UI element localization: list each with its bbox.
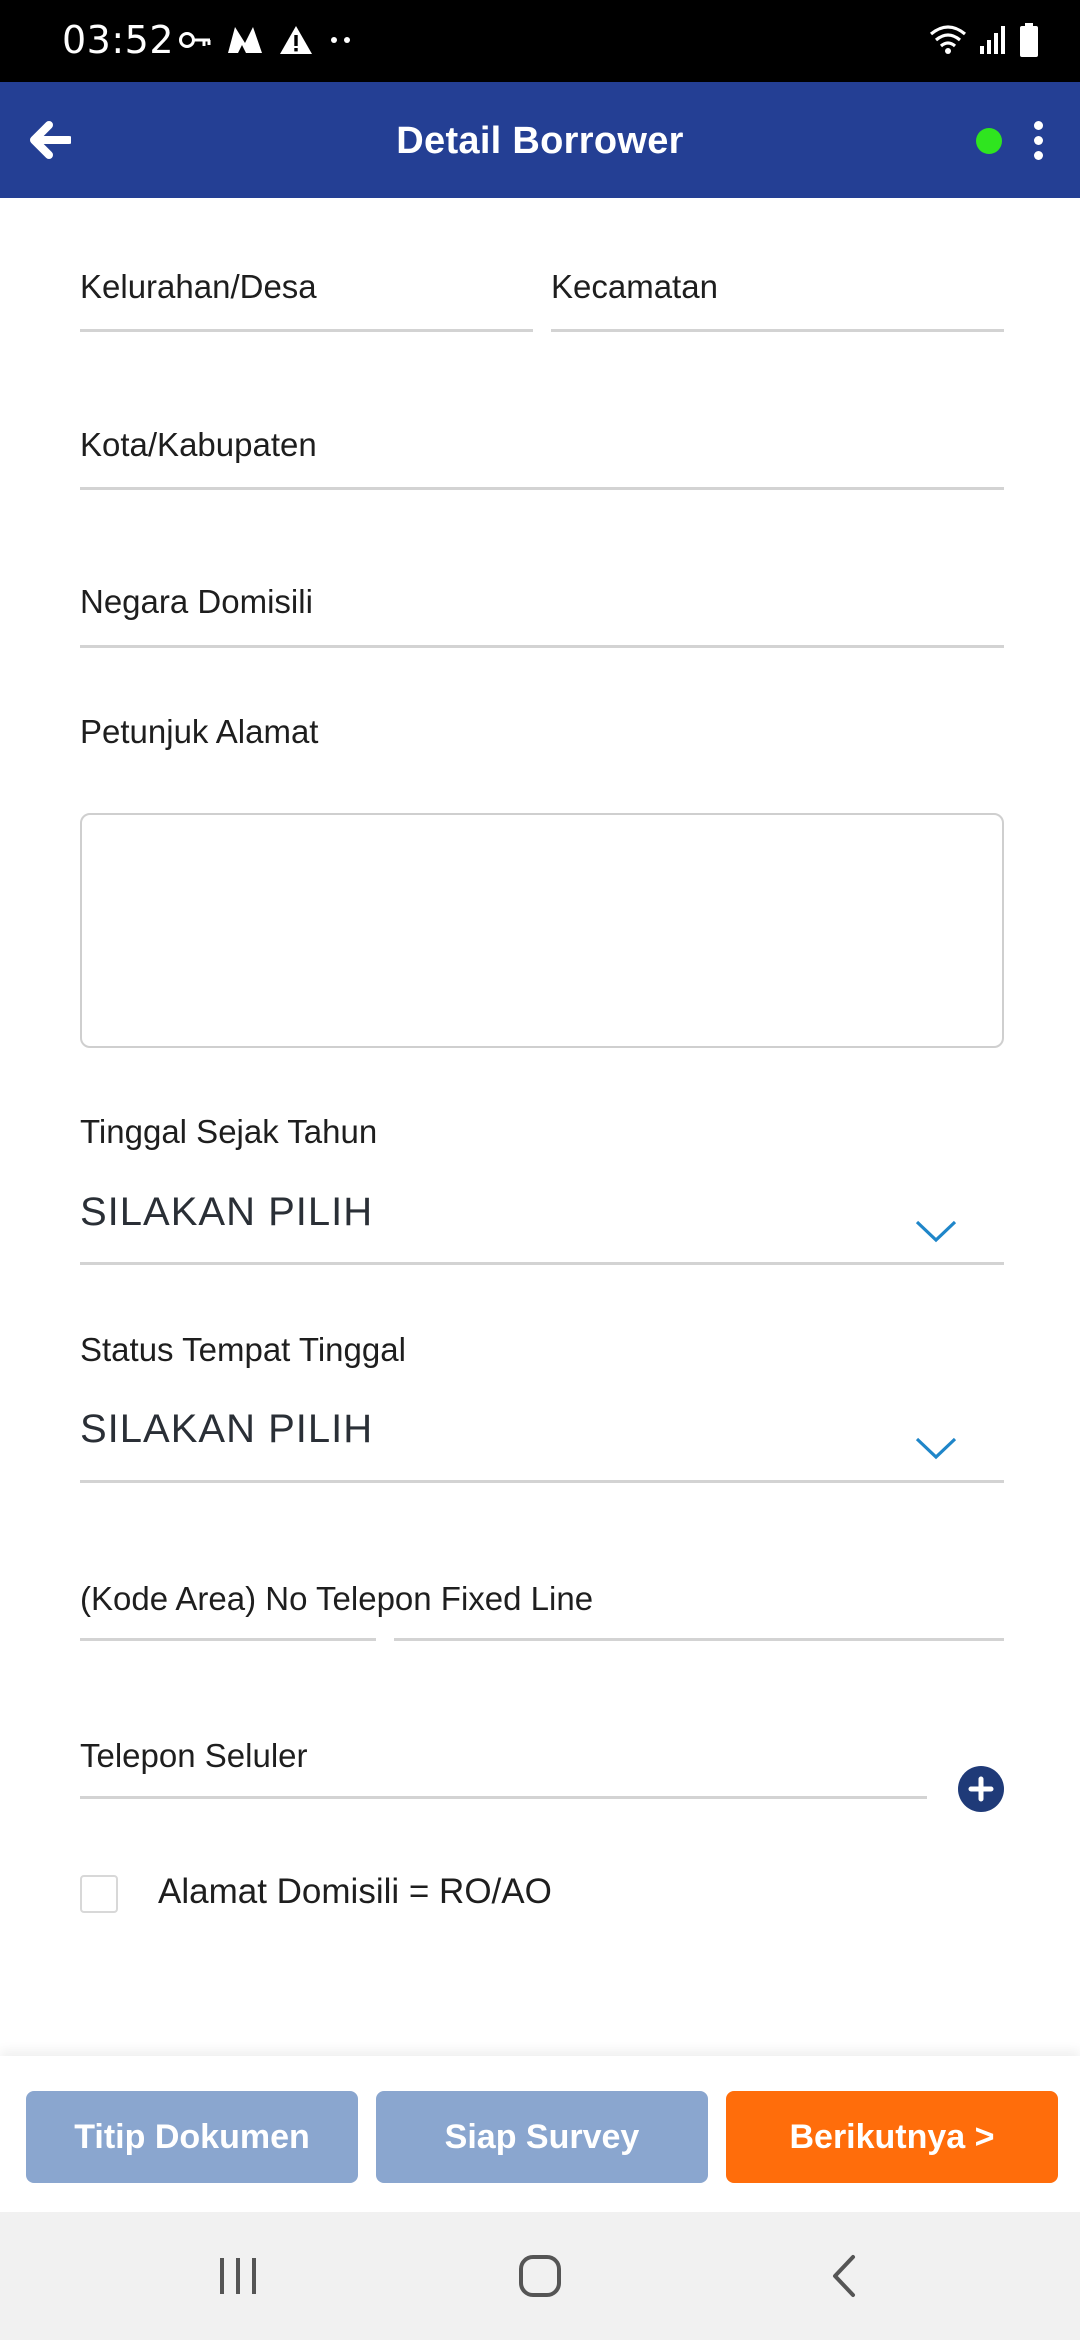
wifi-icon (929, 25, 967, 54)
more-dot (1033, 135, 1043, 145)
status-time: 03:52 (62, 18, 175, 62)
m-logo-icon (228, 27, 262, 53)
back-nav-icon (833, 2255, 855, 2297)
kecamatan-underline (551, 329, 1004, 332)
kecamatan-field[interactable]: Kecamatan (551, 268, 1004, 332)
kota-field[interactable]: Kota/Kabupaten (80, 426, 1004, 490)
petunjuk-alamat-label-wrap: Petunjuk Alamat (80, 713, 318, 751)
home-icon (519, 2255, 561, 2297)
telepon-seluler-underline (80, 1796, 927, 1799)
more-dots-icon (331, 37, 350, 43)
chevron-down-icon (915, 1220, 957, 1243)
recent-apps-icon (220, 2258, 256, 2294)
tinggal-sejak-value: SILAKAN PILIH (80, 1190, 374, 1234)
add-phone-button[interactable] (958, 1766, 1004, 1812)
recent-apps-button[interactable] (178, 2236, 298, 2316)
kelurahan-label: Kelurahan/Desa (80, 268, 317, 305)
online-status-indicator (976, 128, 1002, 154)
siap-survey-button[interactable]: Siap Survey (376, 2091, 708, 2183)
telepon-seluler-label: Telepon Seluler (80, 1737, 308, 1774)
negara-domisili-field[interactable]: Negara Domisili (80, 583, 1004, 648)
kota-label: Kota/Kabupaten (80, 426, 317, 463)
area-code-underline (80, 1638, 376, 1641)
kecamatan-label: Kecamatan (551, 268, 718, 305)
app-bar: Detail Borrower (0, 82, 1080, 198)
tinggal-sejak-underline (80, 1262, 1004, 1265)
tinggal-sejak-select[interactable]: Tinggal Sejak Tahun SILAKAN PILIH (80, 1113, 1004, 1265)
tinggal-sejak-label: Tinggal Sejak Tahun (80, 1113, 378, 1150)
titip-dokumen-button[interactable]: Titip Dokumen (26, 2091, 358, 2183)
more-options-button[interactable] (1024, 112, 1052, 168)
kelurahan-field[interactable]: Kelurahan/Desa (80, 268, 533, 332)
negara-underline (80, 645, 1004, 648)
chevron-down-icon (915, 1437, 957, 1460)
key-icon (179, 32, 211, 48)
fixed-line-number-input[interactable] (394, 1600, 1004, 1641)
warning-icon (280, 26, 312, 54)
page-title: Detail Borrower (396, 120, 684, 162)
status-tempat-tinggal-select[interactable]: Status Tempat Tinggal SILAKAN PILIH (80, 1331, 1004, 1483)
more-dot (1033, 120, 1043, 130)
status-bar: 03:52 (0, 0, 1080, 82)
home-button[interactable] (480, 2236, 600, 2316)
kelurahan-underline (80, 329, 533, 332)
status-tempat-tinggal-label: Status Tempat Tinggal (80, 1331, 406, 1368)
petunjuk-alamat-label: Petunjuk Alamat (80, 713, 319, 750)
signal-icon (980, 26, 1005, 54)
fixed-line-underline (394, 1638, 1004, 1641)
action-bar: Titip Dokumen Siap Survey Berikutnya > (0, 2056, 1080, 2212)
telepon-seluler-field[interactable]: Telepon Seluler (80, 1737, 927, 1799)
system-nav-bar (0, 2212, 1080, 2340)
negara-domisili-label: Negara Domisili (80, 583, 313, 620)
area-code-input[interactable] (80, 1600, 376, 1641)
battery-icon (1020, 23, 1038, 57)
alamat-domisili-checkbox-label: Alamat Domisili = RO/AO (158, 1872, 552, 1911)
back-nav-button[interactable] (784, 2236, 904, 2316)
berikutnya-button[interactable]: Berikutnya > (726, 2091, 1058, 2183)
kota-underline (80, 487, 1004, 490)
plus-icon (968, 1776, 994, 1802)
alamat-domisili-checkbox[interactable] (80, 1875, 118, 1913)
petunjuk-alamat-textarea[interactable] (80, 813, 1004, 1048)
status-tempat-underline (80, 1480, 1004, 1483)
status-tempat-tinggal-value: SILAKAN PILIH (80, 1407, 374, 1451)
status-right-icons (928, 18, 1040, 62)
status-left-icons (178, 20, 354, 60)
more-dot (1033, 150, 1043, 160)
